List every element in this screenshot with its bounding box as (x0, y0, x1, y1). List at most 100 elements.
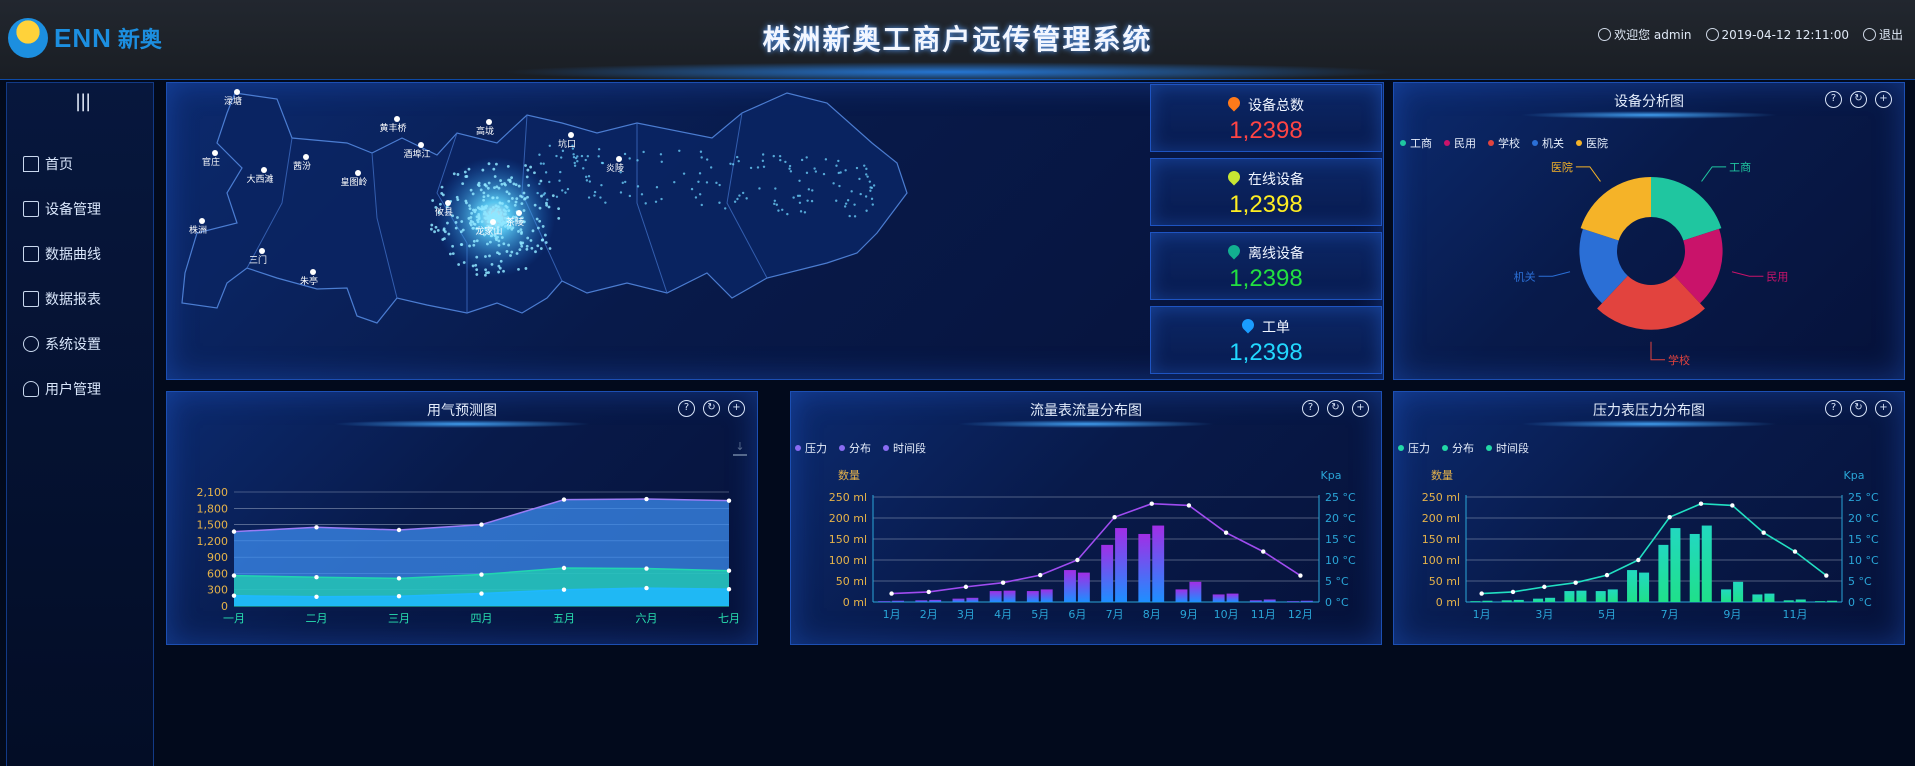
map-pin-icon (1225, 242, 1243, 260)
bar (1064, 570, 1076, 602)
sidebar-item-device[interactable]: 设备管理 (23, 186, 101, 231)
heat-dot (475, 273, 479, 276)
heat-dot (519, 194, 522, 198)
heat-dot (636, 185, 640, 188)
y-tick-label: 200 ml (1422, 512, 1460, 525)
gas-area-chart[interactable]: 03006009001,2001,5001,8002,100一月 二月 三月 四月 五月… (167, 392, 759, 646)
heat-dot (502, 212, 506, 216)
heat-dot (557, 207, 561, 211)
bar (1701, 525, 1712, 602)
device-icon (23, 200, 39, 217)
heat-dot (789, 170, 793, 173)
heat-dot (514, 183, 518, 187)
heat-dot (525, 244, 529, 248)
data-point (479, 522, 484, 527)
heat-dot (868, 180, 872, 183)
sidebar-item-users[interactable]: 用户管理 (23, 366, 101, 411)
device-pie-chart[interactable]: 工商民用学校 机关 医院 (1394, 83, 1906, 381)
heat-dot (481, 168, 485, 172)
bar (1607, 589, 1618, 602)
heat-dot (773, 199, 777, 202)
heat-dot (517, 230, 520, 233)
logout-button[interactable]: 退出 (1862, 26, 1903, 43)
y-tick-label: 250 ml (829, 491, 867, 504)
y-axis-title: 数量 (1431, 469, 1453, 482)
y2-tick-label: 20 °C (1848, 512, 1879, 525)
stat-card-offline[interactable]: 离线设备 1,2398 (1150, 232, 1382, 300)
heat-dot (835, 199, 838, 202)
map-place-label: 酒埠江 (403, 148, 430, 160)
heat-dot (870, 186, 874, 190)
sidebar-item-curve[interactable]: 数据曲线 (23, 231, 101, 276)
heat-dot (573, 164, 577, 167)
map-place-dot (616, 156, 622, 162)
sidebar-item-label: 数据报表 (45, 291, 101, 308)
sidebar-item-settings[interactable]: 系统设置 (23, 321, 101, 366)
stat-card-online[interactable]: 在线设备 1,2398 (1150, 158, 1382, 226)
heat-dot (846, 199, 850, 202)
heat-dot (505, 250, 509, 253)
heat-dot (491, 206, 495, 209)
heat-dot (520, 244, 524, 248)
bar (1783, 600, 1794, 602)
bar (1003, 590, 1016, 602)
heat-dot (756, 166, 760, 169)
flow-bar-chart[interactable]: 0 ml 0 °C 50 ml 5 °C 100 ml 10 °C 150 ml 15 °C 2… (791, 392, 1383, 646)
heat-dot (487, 181, 491, 185)
heat-dot (778, 154, 782, 158)
heat-dot (600, 183, 603, 187)
heat-dot (555, 154, 558, 158)
y2-tick-label: 0 °C (1325, 596, 1349, 609)
series-line (1481, 502, 1827, 595)
heat-dot (538, 219, 542, 223)
heat-dot (628, 194, 632, 198)
heat-dot (731, 163, 735, 166)
heat-dot (460, 243, 464, 246)
sidebar-item-home[interactable]: 首页 (23, 141, 101, 186)
stat-card-workorder[interactable]: 工单 1,2398 (1150, 306, 1382, 374)
heat-dot (465, 201, 468, 205)
y2-tick-label: 5 °C (1848, 575, 1872, 588)
x-tick-label: 7月 (1661, 608, 1679, 621)
heat-dot (505, 190, 509, 194)
data-point (231, 573, 237, 578)
heat-dot (489, 208, 493, 211)
home-icon (23, 155, 39, 172)
heat-dot (779, 158, 782, 162)
heat-dot (476, 206, 480, 210)
heat-dot (738, 194, 741, 197)
heat-dot (540, 194, 543, 198)
stat-value: 1,2398 (1229, 117, 1303, 144)
data-point (1298, 573, 1303, 578)
pressure-bar-chart[interactable]: 0 ml 0 °C 50 ml 5 °C 100 ml 10 °C 150 ml 15 °C 2… (1394, 392, 1906, 646)
heat-dot (843, 205, 847, 208)
heat-dot (502, 269, 505, 273)
heat-dot (799, 210, 803, 213)
map-pin-icon (1225, 168, 1243, 186)
heat-dot (619, 191, 623, 194)
menu-toggle-icon[interactable]: ||| (75, 91, 91, 112)
heat-dot (837, 159, 840, 163)
heat-dot (451, 244, 455, 248)
heat-dot (507, 192, 511, 196)
sidebar-item-report[interactable]: 数据报表 (23, 276, 101, 321)
heat-dot (461, 182, 465, 185)
heat-dot (536, 191, 539, 195)
heat-dot (456, 173, 460, 176)
pie-label-line (1731, 271, 1764, 277)
y2-tick-label: 5 °C (1325, 575, 1349, 588)
heat-dot (548, 180, 551, 184)
x-tick-label: 3月 (1535, 608, 1553, 621)
stat-card-total[interactable]: 设备总数 1,2398 (1150, 84, 1382, 152)
x-tick-label: 六月 (636, 612, 658, 625)
map-place-dot (310, 269, 316, 275)
welcome-user[interactable]: 欢迎您 admin (1598, 26, 1692, 43)
y2-tick-label: 25 °C (1325, 491, 1356, 504)
heat-dot (507, 199, 511, 203)
map-place-dot (355, 170, 361, 176)
heat-dot (482, 191, 486, 195)
heat-dot (700, 156, 703, 159)
heat-dot (467, 167, 471, 171)
bar (1752, 594, 1763, 602)
heat-dot (434, 225, 438, 229)
